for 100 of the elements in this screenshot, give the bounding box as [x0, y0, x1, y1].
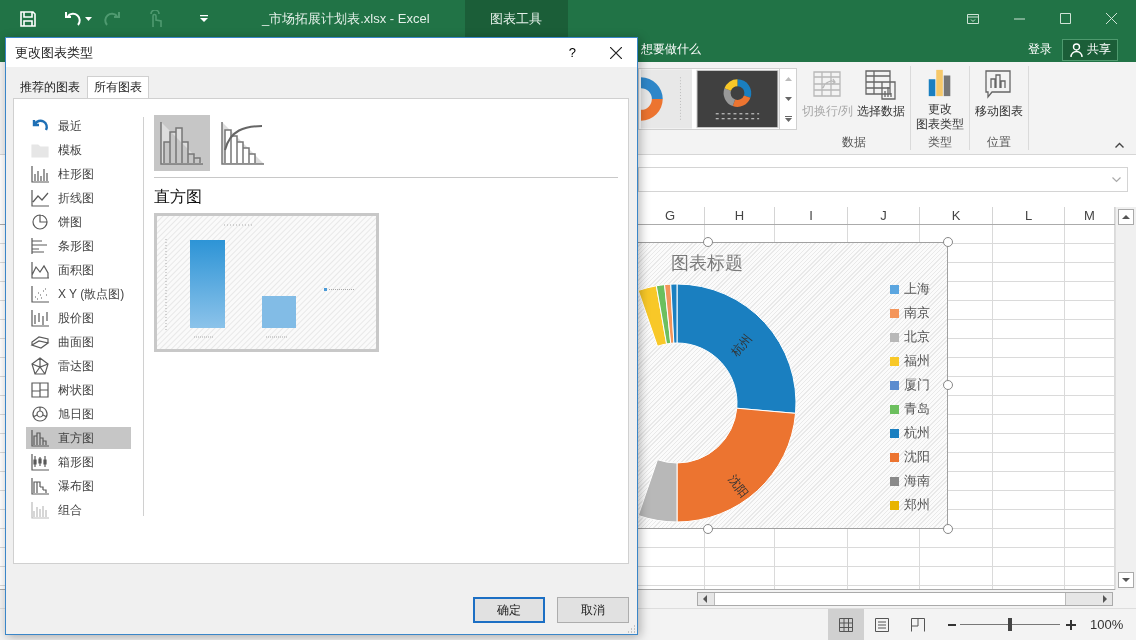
- legend-label: 沈阳: [904, 448, 930, 466]
- tell-me-search[interactable]: 想要做什么: [641, 41, 701, 58]
- ribbon-button[interactable]: 更改 图表类型: [914, 66, 967, 132]
- chart-type-item[interactable]: 曲面图: [26, 331, 131, 353]
- area-chart-icon: [30, 261, 50, 279]
- scroll-up-icon[interactable]: [1118, 209, 1134, 225]
- resize-handle[interactable]: [943, 237, 953, 247]
- scatter-chart-icon: [30, 285, 50, 303]
- legend-label: 海南: [904, 472, 930, 490]
- dialog-tab[interactable]: 推荐的图表: [13, 76, 87, 98]
- scroll-down-icon[interactable]: [1118, 572, 1134, 588]
- chart-type-item[interactable]: 饼图: [26, 211, 131, 233]
- caret-down-icon[interactable]: [85, 16, 92, 21]
- ribbon-button[interactable]: 移动图表: [973, 66, 1026, 132]
- chart-type-item[interactable]: 箱形图: [26, 451, 131, 473]
- line-chart-icon: [30, 189, 50, 207]
- close-icon[interactable]: [610, 46, 622, 59]
- zoom-in-icon[interactable]: [1066, 619, 1076, 630]
- surface-chart-icon: [30, 333, 50, 351]
- column-chart-icon: [30, 165, 50, 183]
- waterfall-chart-icon: [30, 477, 50, 495]
- chart-type-item[interactable]: 条形图: [26, 235, 131, 257]
- chart-type-item[interactable]: 折线图: [26, 187, 131, 209]
- legend-label: 青岛: [904, 400, 930, 418]
- select-data-icon: [864, 68, 899, 100]
- legend-label: 上海: [904, 280, 930, 298]
- save-icon[interactable]: [19, 9, 37, 28]
- treemap-icon: [30, 381, 50, 399]
- column-header[interactable]: I: [775, 207, 848, 224]
- chart-type-item[interactable]: 股价图: [26, 307, 131, 329]
- window-title: _市场拓展计划表.xlsx - Excel: [262, 9, 430, 28]
- share-button[interactable]: 共享: [1062, 38, 1118, 61]
- ribbon-button[interactable]: 选择数据: [855, 66, 908, 132]
- chart-type-heading: 直方图: [154, 187, 203, 207]
- chart-area[interactable]: 图表标题 杭州 沈阳 上海 南京 北京 福州 厦门 青岛 杭州 沈阳 海南 郑州: [638, 242, 948, 529]
- zoom-slider-thumb[interactable]: [1008, 618, 1012, 631]
- legend-label: 郑州: [904, 496, 930, 514]
- stock-chart-icon: [30, 309, 50, 327]
- caret-up-icon: [784, 77, 792, 81]
- histogram-icon: [159, 120, 205, 166]
- pareto-chart-icon: [220, 120, 266, 166]
- chart-type-item[interactable]: 雷达图: [26, 355, 131, 377]
- chart-type-item[interactable]: X Y (散点图): [26, 283, 131, 305]
- column-header[interactable]: J: [848, 207, 920, 224]
- ribbon-group-label: 位置: [986, 135, 1013, 150]
- customize-toolbar-icon[interactable]: [200, 15, 208, 22]
- normal-view-button[interactable]: [828, 609, 864, 640]
- more-caret-icon: [784, 116, 792, 122]
- collapse-ribbon-icon[interactable]: [1115, 142, 1124, 148]
- chart-type-item[interactable]: 直方图: [26, 427, 131, 449]
- chart-subtype-option[interactable]: [154, 115, 210, 171]
- resize-handle[interactable]: [703, 524, 713, 534]
- zoom-level[interactable]: 100%: [1090, 617, 1124, 632]
- column-header[interactable]: L: [993, 207, 1065, 224]
- column-header[interactable]: H: [705, 207, 775, 224]
- ribbon-group-label: 数据: [840, 135, 867, 150]
- touch-mode-icon: [148, 9, 164, 28]
- chart-type-item[interactable]: 瀑布图: [26, 475, 131, 497]
- chart-type-item[interactable]: 旭日图: [26, 403, 131, 425]
- column-header[interactable]: K: [920, 207, 993, 224]
- chart-style-thumbnail[interactable]: [641, 69, 693, 129]
- combo-chart-icon: [30, 501, 50, 519]
- chart-tools-tab[interactable]: 图表工具: [464, 0, 568, 37]
- ok-button[interactable]: 确定: [473, 597, 545, 623]
- sign-in-link[interactable]: 登录: [1028, 41, 1052, 58]
- chart-type-item[interactable]: 树状图: [26, 379, 131, 401]
- chart-type-item[interactable]: 组合: [26, 499, 131, 521]
- help-button[interactable]: ?: [564, 45, 580, 60]
- dialog-title: 更改图表类型: [15, 43, 93, 62]
- maximize-icon[interactable]: [1060, 13, 1071, 24]
- chart-type-item[interactable]: 最近: [26, 115, 131, 137]
- person-icon: [1069, 42, 1083, 57]
- chart-style-thumbnail[interactable]: [696, 69, 780, 129]
- undo-icon[interactable]: [63, 10, 81, 27]
- cancel-button[interactable]: 取消: [557, 597, 629, 623]
- grid-icon: [839, 617, 853, 632]
- chart-type-item[interactable]: 柱形图: [26, 163, 131, 185]
- legend-label: 北京: [904, 328, 930, 346]
- dialog-tab[interactable]: 所有图表: [87, 76, 149, 98]
- resize-grip-icon[interactable]: [628, 625, 636, 633]
- chart-type-item[interactable]: 面积图: [26, 259, 131, 281]
- radar-chart-icon: [30, 357, 50, 375]
- resize-handle[interactable]: [703, 237, 713, 247]
- chart-type-item[interactable]: 模板: [26, 139, 131, 161]
- bar-chart-icon: [30, 237, 50, 255]
- pie-chart-icon: [30, 213, 50, 231]
- chart-title: 图表标题: [671, 252, 743, 275]
- legend-label: 福州: [904, 352, 930, 370]
- expand-caret-icon: [1112, 176, 1121, 183]
- legend-label: 杭州: [904, 424, 930, 442]
- box-plot-icon: [30, 453, 50, 471]
- resize-handle[interactable]: [943, 380, 953, 390]
- zoom-out-icon[interactable]: [948, 623, 956, 626]
- horizontal-scrollbar[interactable]: [697, 592, 1113, 606]
- vertical-scrollbar[interactable]: [1115, 207, 1136, 590]
- folder-icon: [30, 141, 50, 159]
- ribbon-display-icon[interactable]: [967, 13, 979, 24]
- histogram-icon: [30, 429, 50, 447]
- redo-icon: [104, 10, 122, 27]
- resize-handle[interactable]: [943, 524, 953, 534]
